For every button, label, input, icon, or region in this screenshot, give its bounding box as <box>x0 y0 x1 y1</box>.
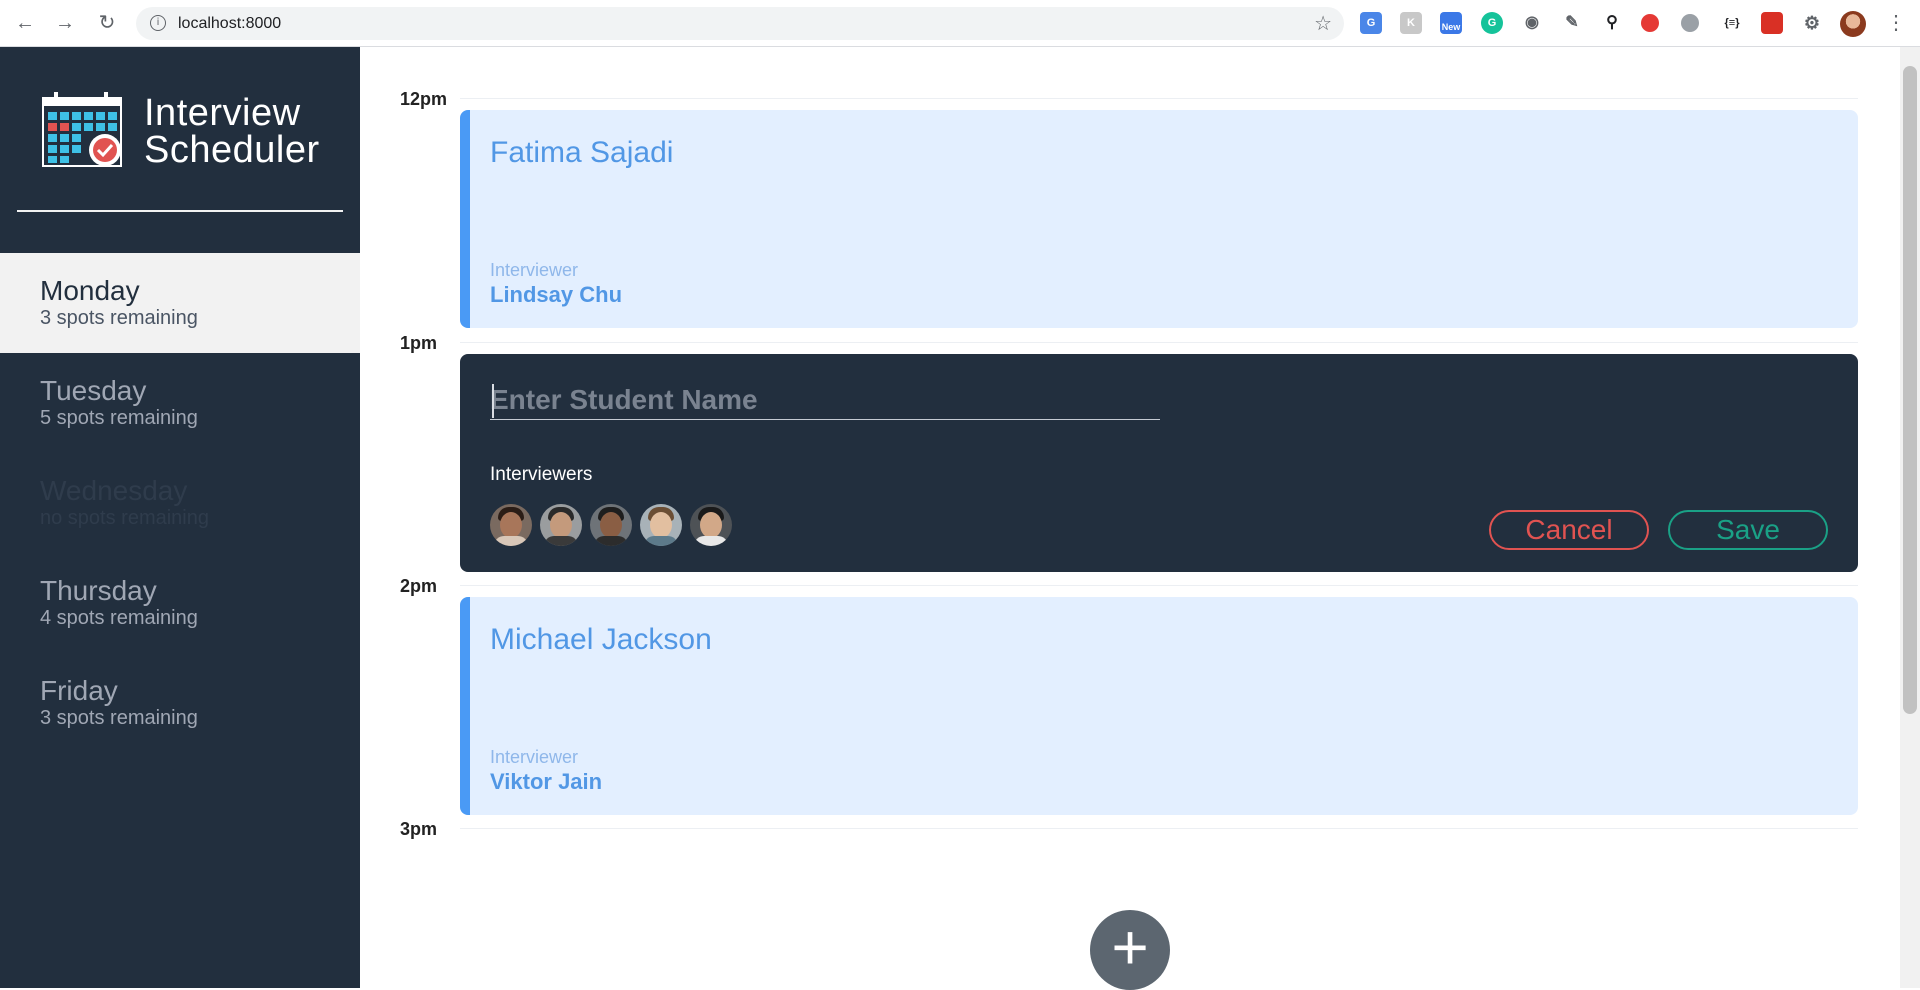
student-name-input[interactable] <box>490 380 1160 420</box>
zoom-icon[interactable]: ⚲ <box>1601 12 1623 34</box>
interviewer-label: Interviewer <box>490 747 579 767</box>
interviewer-avatar[interactable] <box>690 504 732 546</box>
interviewer-avatar[interactable] <box>540 504 582 546</box>
day-name: Wednesday <box>40 475 188 506</box>
interviewer-name: Lindsay Chu <box>490 282 623 307</box>
bookmark-star-icon[interactable]: ☆ <box>1314 11 1332 36</box>
grammarly-icon[interactable]: G <box>1481 12 1503 34</box>
student-name: Michael Jackson <box>490 623 712 656</box>
app-title-line1: Interview <box>144 92 301 134</box>
cancel-button[interactable]: Cancel <box>1489 510 1649 550</box>
appointment-card: Michael Jackson Interviewer Viktor Jain <box>460 597 1858 815</box>
back-icon[interactable]: ← <box>12 10 38 36</box>
day-spots: no spots remaining <box>40 507 209 529</box>
hour-label: 2pm <box>400 576 438 596</box>
appointment-form: Interviewers Cancel Save <box>460 354 1858 572</box>
forward-icon[interactable]: → <box>52 10 78 36</box>
day-item-thursday[interactable]: Thursday 4 spots remaining <box>0 553 360 653</box>
day-item-wednesday[interactable]: Wednesday no spots remaining <box>0 453 360 553</box>
circle-extension-icon[interactable] <box>1681 14 1699 32</box>
day-spots: 5 spots remaining <box>40 407 198 429</box>
eyedropper-icon[interactable]: ✎ <box>1561 12 1583 34</box>
menu-kebab-icon[interactable]: ⋮ <box>1886 10 1906 35</box>
hour-line <box>460 828 1858 829</box>
profile-avatar[interactable] <box>1840 11 1866 37</box>
calendar-logo-icon <box>42 92 122 167</box>
new-badge: New <box>1441 22 1461 32</box>
plus-icon: + <box>1111 911 1149 983</box>
day-item-tuesday[interactable]: Tuesday 5 spots remaining <box>0 353 360 453</box>
red-extension-icon[interactable] <box>1761 12 1783 34</box>
day-spots: 3 spots remaining <box>40 707 198 729</box>
interviewer-label: Interviewer <box>490 260 579 280</box>
text-caret <box>492 384 494 418</box>
puzzle-icon[interactable]: ⚙ <box>1801 12 1823 34</box>
camera-icon[interactable]: ◉ <box>1521 12 1543 34</box>
reload-icon[interactable]: ↻ <box>94 10 120 36</box>
day-item-friday[interactable]: Friday 3 spots remaining <box>0 653 360 753</box>
interviewers-label: Interviewers <box>490 464 593 485</box>
hour-line <box>460 98 1858 99</box>
schedule: 12pm Fatima Sajadi Interviewer Lindsay C… <box>360 47 1900 990</box>
app-title-line2: Scheduler <box>144 129 320 171</box>
interviewer-name: Viktor Jain <box>490 769 603 794</box>
url-text: localhost:8000 <box>178 15 282 32</box>
sidebar-divider <box>17 210 343 212</box>
day-name: Monday <box>40 275 140 306</box>
day-name: Tuesday <box>40 375 147 406</box>
interviewer-avatar[interactable] <box>490 504 532 546</box>
scrollbar-thumb[interactable] <box>1903 66 1917 714</box>
student-name: Fatima Sajadi <box>490 136 674 169</box>
translate-extension-icon[interactable]: G <box>1360 12 1382 34</box>
new-extension-icon[interactable]: New <box>1440 12 1462 34</box>
hour-label: 3pm <box>400 819 438 839</box>
day-name: Friday <box>40 675 118 706</box>
appointment-card: Fatima Sajadi Interviewer Lindsay Chu <box>460 110 1858 328</box>
browser-toolbar: ← → ↻ i localhost:8000 ☆ G K New G ◉ ✎ ⚲… <box>0 0 1920 47</box>
day-name: Thursday <box>40 575 157 606</box>
hour-label: 1pm <box>400 333 438 353</box>
add-appointment-button[interactable]: + <box>1090 910 1170 990</box>
json-extension-icon[interactable]: {≡} <box>1721 12 1743 34</box>
hour-line <box>460 585 1858 586</box>
address-bar[interactable]: i localhost:8000 ☆ <box>136 7 1344 40</box>
app-title: Interview Scheduler <box>144 92 320 171</box>
save-button[interactable]: Save <box>1668 510 1828 550</box>
sidebar: Interview Scheduler Monday 3 spots remai… <box>0 47 360 988</box>
record-icon[interactable] <box>1641 14 1659 32</box>
extension-icon[interactable]: K <box>1400 12 1422 34</box>
day-spots: 3 spots remaining <box>40 307 198 329</box>
hour-label: 12pm <box>400 89 448 109</box>
site-info-icon[interactable]: i <box>150 15 166 31</box>
interviewer-avatar[interactable] <box>590 504 632 546</box>
interviewer-avatar[interactable] <box>640 504 682 546</box>
day-spots: 4 spots remaining <box>40 607 198 629</box>
hour-line <box>460 342 1858 343</box>
day-item-monday[interactable]: Monday 3 spots remaining <box>0 253 360 353</box>
